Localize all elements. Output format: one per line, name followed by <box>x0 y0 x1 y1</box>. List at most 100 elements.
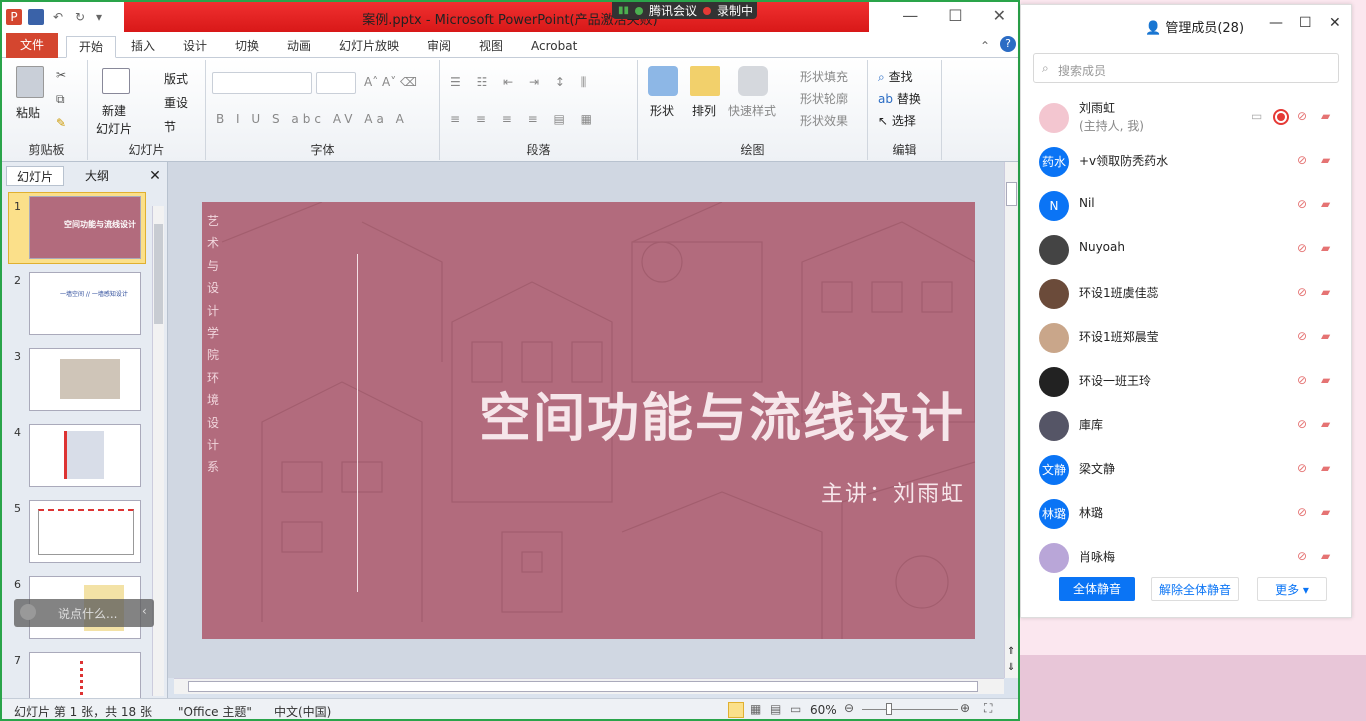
section-button[interactable]: 节 <box>164 118 176 135</box>
reading-view-icon[interactable]: ▤ <box>770 702 781 716</box>
new-slide-button[interactable]: 新建 <box>102 102 126 119</box>
tab-slides[interactable]: 幻灯片 <box>6 166 64 186</box>
panel-close-icon[interactable]: ✕ <box>1329 15 1341 31</box>
quick-styles-icon[interactable] <box>738 66 768 96</box>
camera-off-icon[interactable]: ▰ <box>1321 329 1337 345</box>
tab-transitions[interactable]: 切换 <box>235 36 259 58</box>
help-icon[interactable]: ? <box>1000 36 1016 52</box>
mic-off-icon[interactable]: ⊘ <box>1297 329 1313 345</box>
list-buttons[interactable]: ☰ ☷ ⇤ ⇥ ↕ ⫼ <box>450 75 592 90</box>
shape-fill-button[interactable]: 形状填充 <box>800 68 848 85</box>
reset-button[interactable]: 重设 <box>164 94 188 111</box>
member-search-input[interactable]: ⌕ 搜索成员 <box>1033 53 1339 83</box>
chat-input[interactable]: 说点什么... ‹ <box>14 599 154 627</box>
next-slide-icon[interactable]: ⇓ <box>1007 662 1015 673</box>
find-button[interactable]: ⌕ 查找 <box>878 68 913 85</box>
mic-off-icon[interactable]: ⊘ <box>1297 417 1313 433</box>
mic-off-icon[interactable]: ⊘ <box>1297 241 1313 257</box>
zoom-slider-handle[interactable] <box>886 703 892 715</box>
mic-off-icon[interactable]: ⊘ <box>1297 461 1313 477</box>
minimize-icon[interactable]: — <box>902 6 918 25</box>
copy-icon[interactable]: ⧉ <box>56 92 65 107</box>
format-painter-icon[interactable]: ✎ <box>56 116 66 130</box>
new-slide-button-label[interactable]: 幻灯片 <box>96 120 132 137</box>
tab-outline[interactable]: 大纲 <box>68 166 126 186</box>
share-screen-icon[interactable]: ▭ <box>1251 109 1267 125</box>
layout-button[interactable]: 版式 <box>164 70 188 87</box>
member-row[interactable]: 药水 +v领取防秃药水 ⊘ ▰ <box>1021 139 1351 183</box>
vertical-scrollbar[interactable]: ⇑ ⇓ <box>1004 162 1018 678</box>
align-buttons[interactable]: ≡ ≡ ≡ ≡ ▤ ▦ <box>450 112 598 126</box>
member-row[interactable]: 环设1班虞佳蕊 ⊘ ▰ <box>1021 271 1351 315</box>
camera-off-icon[interactable]: ▰ <box>1321 505 1337 521</box>
record-icon[interactable] <box>1273 109 1289 125</box>
camera-off-icon[interactable]: ▰ <box>1321 153 1337 169</box>
grow-font-icon[interactable]: A˄ A˅ ⌫ <box>364 75 417 89</box>
slide-thumbnail[interactable] <box>29 500 141 563</box>
meeting-status-bar[interactable]: ▮▮ 腾讯会议 录制中 <box>612 2 757 19</box>
chevron-left-icon[interactable]: ‹ <box>142 604 147 618</box>
zoom-level[interactable]: 60% <box>810 703 837 717</box>
replace-button[interactable]: ab 替换 <box>878 90 921 107</box>
tab-review[interactable]: 审阅 <box>427 36 451 58</box>
font-format-buttons[interactable]: B I U S abc AV Aa A <box>216 112 408 126</box>
mic-off-icon[interactable]: ⊘ <box>1297 197 1313 213</box>
member-row[interactable]: Nuyoah ⊘ ▰ <box>1021 227 1351 271</box>
current-slide[interactable]: 艺术与设计学院环境设计系 空间功能与流线设计 主讲：刘雨虹 <box>202 202 975 639</box>
mic-off-icon[interactable]: ⊘ <box>1297 153 1313 169</box>
new-slide-icon[interactable] <box>102 68 130 94</box>
slide-thumbnail[interactable] <box>29 348 141 411</box>
arrange-icon[interactable] <box>690 66 720 96</box>
shape-effects-button[interactable]: 形状效果 <box>800 112 848 129</box>
member-row[interactable]: 林璐 林璐 ⊘ ▰ <box>1021 491 1351 535</box>
fit-to-window-icon[interactable]: ⛶ <box>984 701 992 716</box>
camera-off-icon[interactable]: ▰ <box>1321 461 1337 477</box>
member-row[interactable]: 环设1班郑晨莹 ⊘ ▰ <box>1021 315 1351 359</box>
tab-design[interactable]: 设计 <box>183 36 207 58</box>
paste-button[interactable]: 粘贴 <box>16 104 40 121</box>
shapes-button[interactable]: 形状 <box>650 102 674 119</box>
slide-thumbnail[interactable] <box>29 424 141 487</box>
camera-off-icon[interactable]: ▰ <box>1321 373 1337 389</box>
scrollbar-thumb[interactable] <box>1006 182 1017 206</box>
member-row[interactable]: 环设一班王玲 ⊘ ▰ <box>1021 359 1351 403</box>
camera-off-icon[interactable]: ▰ <box>1321 549 1337 565</box>
camera-off-icon[interactable]: ▰ <box>1321 285 1337 301</box>
close-pane-icon[interactable]: ✕ <box>146 166 164 186</box>
select-button[interactable]: ↖ 选择 <box>878 112 916 129</box>
slide-thumbnail[interactable]: 空间功能与流线设计 <box>29 196 141 259</box>
tab-file[interactable]: 文件 <box>6 33 58 58</box>
mic-off-icon[interactable]: ⊘ <box>1297 505 1313 521</box>
camera-off-icon[interactable]: ▰ <box>1321 109 1337 125</box>
scrollbar-thumb[interactable] <box>154 224 163 324</box>
shapes-icon[interactable] <box>648 66 678 96</box>
member-row[interactable]: 文静 梁文静 ⊘ ▰ <box>1021 447 1351 491</box>
unmute-all-button[interactable]: 解除全体静音 <box>1151 577 1239 601</box>
tab-animations[interactable]: 动画 <box>287 36 311 58</box>
more-button[interactable]: 更多 ▾ <box>1257 577 1327 601</box>
prev-slide-icon[interactable]: ⇑ <box>1007 646 1015 657</box>
camera-off-icon[interactable]: ▰ <box>1321 241 1337 257</box>
tab-acrobat[interactable]: Acrobat <box>531 36 577 58</box>
font-size-select[interactable] <box>316 72 356 94</box>
mic-off-icon[interactable]: ⊘ <box>1297 373 1313 389</box>
mute-all-button[interactable]: 全体静音 <box>1059 577 1135 601</box>
shape-outline-button[interactable]: 形状轮廓 <box>800 90 848 107</box>
member-row[interactable]: 肖咏梅 ⊘ ▰ <box>1021 535 1351 579</box>
font-name-select[interactable] <box>212 72 312 94</box>
maximize-icon[interactable]: ☐ <box>948 6 962 25</box>
member-row[interactable]: 刘雨虹 (主持人, 我) ▭ ⊘ ▰ <box>1021 95 1351 139</box>
mic-off-icon[interactable]: ⊘ <box>1297 109 1313 125</box>
quick-styles-button[interactable]: 快速样式 <box>728 102 776 119</box>
zoom-slider[interactable] <box>862 709 958 710</box>
tab-home[interactable]: 开始 <box>66 36 116 58</box>
camera-off-icon[interactable]: ▰ <box>1321 417 1337 433</box>
mic-off-icon[interactable]: ⊘ <box>1297 549 1313 565</box>
language-status[interactable]: 中文(中国) <box>274 703 331 719</box>
camera-off-icon[interactable]: ▰ <box>1321 197 1337 213</box>
mic-off-icon[interactable]: ⊘ <box>1297 285 1313 301</box>
slide-thumbnail[interactable]: 一墙空间 // 一墙感知设计 <box>29 272 141 335</box>
panel-minimize-icon[interactable]: — <box>1269 15 1283 31</box>
collapse-ribbon-icon[interactable]: ⌃ <box>980 36 990 58</box>
member-row[interactable]: N Nil ⊘ ▰ <box>1021 183 1351 227</box>
